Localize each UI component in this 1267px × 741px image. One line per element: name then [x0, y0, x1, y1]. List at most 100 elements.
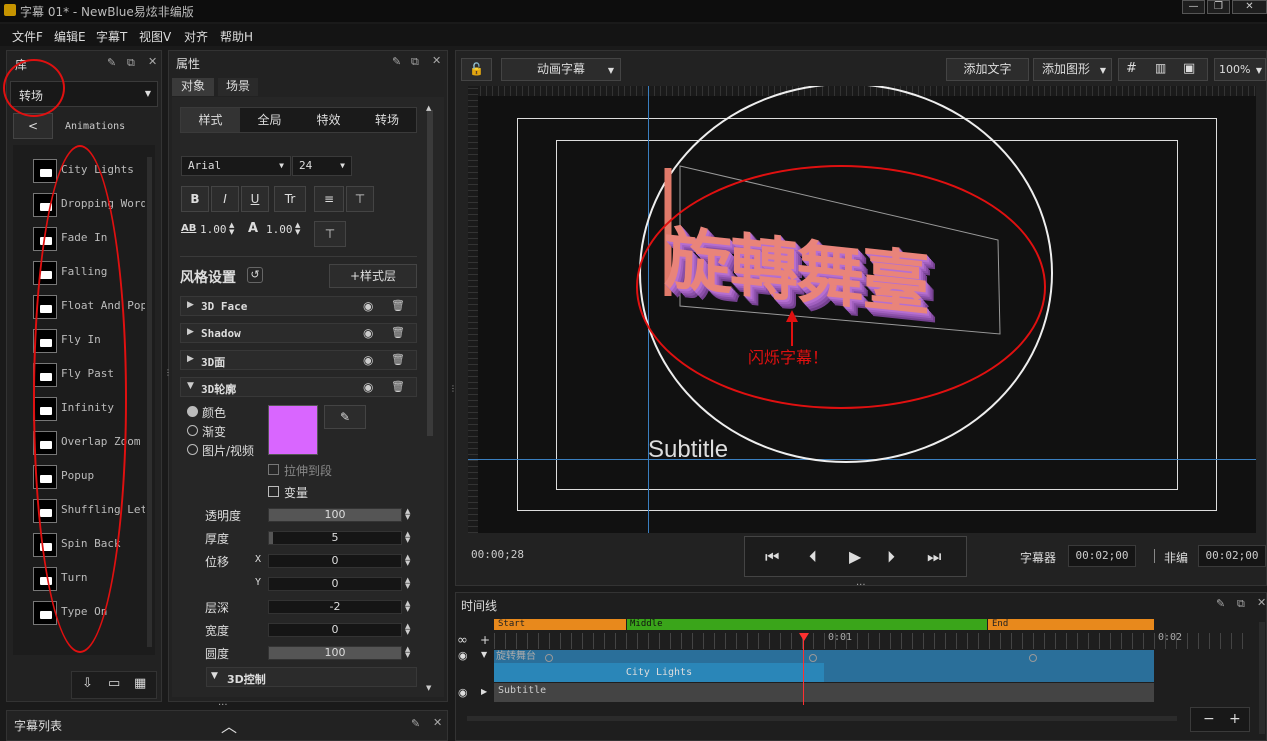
- subtitle-text[interactable]: Subtitle: [648, 436, 728, 464]
- trash-icon[interactable]: 🗑: [391, 299, 405, 312]
- eye-icon[interactable]: ◉: [363, 299, 373, 313]
- text-transform-button[interactable]: Tr: [274, 186, 306, 212]
- stepper-icon[interactable]: ▲ ▼: [405, 600, 410, 613]
- value-slider[interactable]: -2: [268, 600, 402, 614]
- float-icon[interactable]: ⧉: [1237, 597, 1245, 611]
- baseline-button[interactable]: ⊤: [314, 221, 346, 247]
- pin-icon[interactable]: ✎: [392, 55, 401, 68]
- value-slider[interactable]: 0: [268, 577, 402, 591]
- edit-duration-field[interactable]: 00:02;00: [1198, 545, 1266, 567]
- value-slider[interactable]: 100: [268, 646, 402, 660]
- layer-3d-face[interactable]: ▶ 3D Face ◉ 🗑: [180, 296, 417, 316]
- menu-caption[interactable]: 字幕T: [96, 28, 127, 45]
- link-icon[interactable]: ∞: [457, 633, 468, 648]
- menu-align[interactable]: 对齐: [184, 28, 208, 45]
- playhead[interactable]: [803, 633, 804, 705]
- close-button[interactable]: ✕: [1232, 0, 1267, 14]
- layer-shadow[interactable]: ▶ Shadow ◉ 🗑: [180, 323, 417, 343]
- subtab-effects[interactable]: 特效: [299, 108, 358, 132]
- step-forward-icon[interactable]: ⏵: [887, 547, 895, 567]
- stepper-icon[interactable]: ▲ ▼: [405, 531, 410, 544]
- stepper-icon[interactable]: ▲ ▼: [405, 623, 410, 636]
- skip-to-end-icon[interactable]: ⏭: [927, 547, 941, 567]
- import-icon[interactable]: ⇩: [82, 676, 93, 691]
- subtab-style[interactable]: 样式: [181, 108, 240, 132]
- menu-edit[interactable]: 编辑E: [54, 28, 86, 45]
- menu-view[interactable]: 视图V: [139, 28, 171, 45]
- eyedropper-button[interactable]: ✎: [324, 405, 366, 429]
- layer-3d-outline[interactable]: ▼ 3D轮廓 ◉ 🗑: [180, 377, 417, 397]
- keyframe[interactable]: [809, 654, 817, 662]
- font-size-select[interactable]: 24 ▼: [292, 156, 352, 176]
- stepper-icon[interactable]: ▲ ▼: [295, 222, 300, 236]
- caption-duration-field[interactable]: 00:02;00: [1068, 545, 1136, 567]
- value-slider[interactable]: 0: [268, 554, 402, 568]
- play-icon[interactable]: ▶: [849, 547, 861, 566]
- pin-icon[interactable]: ✎: [411, 717, 420, 730]
- segment-middle[interactable]: Middle: [627, 619, 987, 630]
- splitter-handle[interactable]: ···: [218, 700, 228, 711]
- trash-icon[interactable]: 🗑: [391, 380, 405, 393]
- eye-icon[interactable]: ◉: [363, 353, 373, 367]
- variable-checkbox[interactable]: [268, 486, 279, 497]
- menu-help[interactable]: 帮助H: [220, 28, 253, 45]
- collapse-icon[interactable]: ▼: [187, 381, 194, 391]
- add-text-button[interactable]: 添加文字: [946, 58, 1029, 81]
- skip-to-start-icon[interactable]: ⏮: [765, 547, 779, 567]
- maximize-button[interactable]: ❐: [1207, 0, 1230, 14]
- zoom-select[interactable]: 100% ▼: [1214, 58, 1266, 81]
- grid-icon[interactable]: #: [1126, 61, 1137, 76]
- trash-icon[interactable]: 🗑: [391, 326, 405, 339]
- close-panel-icon[interactable]: ✕: [1257, 596, 1266, 609]
- section-3d-control[interactable]: ▼ 3D控制: [206, 667, 417, 687]
- value-slider[interactable]: 5: [268, 531, 402, 545]
- subtitle-track[interactable]: [494, 683, 1154, 702]
- close-panel-icon[interactable]: ✕: [433, 716, 442, 729]
- char-spacing-value[interactable]: 1.00: [200, 223, 227, 236]
- font-select[interactable]: Arial ▼: [181, 156, 291, 176]
- radio-color[interactable]: [187, 406, 198, 417]
- radio-image-video[interactable]: [187, 444, 198, 455]
- expand-icon[interactable]: ▶: [187, 327, 194, 337]
- chevron-down-icon[interactable]: ▼: [481, 650, 487, 659]
- segment-end[interactable]: End: [988, 619, 1154, 630]
- pin-icon[interactable]: ✎: [107, 56, 116, 69]
- stretch-checkbox[interactable]: [268, 464, 279, 475]
- tab-scene[interactable]: 场景: [218, 78, 258, 96]
- stepper-icon[interactable]: ▲ ▼: [405, 577, 410, 590]
- eye-icon[interactable]: ◉: [363, 326, 373, 340]
- line-spacing-value[interactable]: 1.00: [266, 223, 293, 236]
- radio-gradient[interactable]: [187, 425, 198, 436]
- expand-icon[interactable]: ▶: [481, 687, 487, 696]
- ruler-icon[interactable]: ▥: [1155, 61, 1166, 75]
- eye-icon[interactable]: ◉: [363, 380, 373, 394]
- float-icon[interactable]: ⧉: [411, 55, 419, 69]
- add-track-icon[interactable]: +: [480, 633, 490, 647]
- pin-icon[interactable]: ✎: [1216, 597, 1225, 610]
- timeline-ruler[interactable]: [494, 633, 1250, 649]
- add-shape-button[interactable]: 添加图形 ▼: [1033, 58, 1112, 81]
- menu-file[interactable]: 文件F: [12, 28, 43, 45]
- reset-icon[interactable]: ↺: [247, 267, 263, 283]
- underline-button[interactable]: U: [241, 186, 269, 212]
- close-panel-icon[interactable]: ✕: [148, 55, 157, 68]
- preview-canvas[interactable]: 旋轉舞臺 Subtitle 闪烁字幕！: [468, 86, 1256, 533]
- properties-scrollbar[interactable]: [427, 110, 433, 436]
- zoom-out-button[interactable]: −: [1203, 711, 1215, 727]
- layer-3d-surface[interactable]: ▶ 3D面 ◉ 🗑: [180, 350, 417, 370]
- subtab-transition[interactable]: 转场: [358, 108, 416, 132]
- minimize-button[interactable]: —: [1182, 0, 1205, 14]
- splitter-handle[interactable]: ···: [856, 580, 866, 591]
- expand-icon[interactable]: ▶: [187, 300, 194, 310]
- keyframe[interactable]: [545, 654, 553, 662]
- add-style-layer-button[interactable]: +样式层: [329, 264, 417, 288]
- value-slider[interactable]: 100: [268, 508, 402, 522]
- track-visibility-icon[interactable]: ◉: [458, 649, 468, 662]
- track-visibility-icon[interactable]: ◉: [458, 686, 468, 699]
- grid-view-icon[interactable]: ▦: [134, 676, 146, 691]
- scroll-down-icon[interactable]: ▼: [426, 684, 431, 692]
- zoom-in-button[interactable]: +: [1229, 711, 1241, 727]
- lock-button[interactable]: 🔓: [461, 58, 492, 81]
- bold-button[interactable]: B: [181, 186, 209, 212]
- align-vertical-button[interactable]: ⊤: [346, 186, 374, 212]
